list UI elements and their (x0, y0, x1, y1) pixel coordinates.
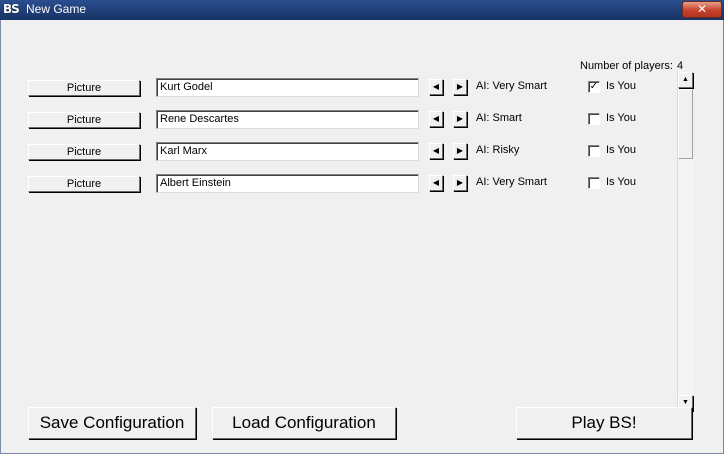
new-game-dialog: Number of players: 4 Picture Kurt Godel ◀… (0, 20, 724, 454)
player-name-input[interactable]: Kurt Godel (156, 78, 419, 97)
number-of-players: Number of players: 4 (580, 60, 683, 72)
picture-button[interactable]: Picture (28, 80, 140, 96)
close-button[interactable]: ✕ (682, 1, 722, 18)
save-configuration-button[interactable]: Save Configuration (28, 407, 196, 439)
ai-prev-icon[interactable]: ◀ (429, 79, 443, 95)
player-row: Picture Rene Descartes ◀ ▶ AI: Smart Is … (1, 109, 691, 131)
scroll-up-icon[interactable]: ▲ (678, 72, 693, 88)
ai-next-icon[interactable]: ▶ (453, 143, 467, 159)
app-icon: BS (3, 2, 20, 16)
ai-level-label: AI: Very Smart (476, 176, 547, 188)
is-you-label: Is You (606, 112, 636, 124)
title-bar: BS New Game ✕ (0, 0, 724, 20)
ai-prev-icon[interactable]: ◀ (429, 111, 443, 127)
player-row: Picture Kurt Godel ◀ ▶ AI: Very Smart ✓ … (1, 77, 691, 99)
number-of-players-value: 4 (676, 60, 684, 72)
is-you-label: Is You (606, 144, 636, 156)
picture-button[interactable]: Picture (28, 112, 140, 128)
picture-button[interactable]: Picture (28, 176, 140, 192)
player-list-scrollbar[interactable]: ▲ ▼ (677, 72, 693, 411)
ai-level-label: AI: Very Smart (476, 80, 547, 92)
number-of-players-label: Number of players: (580, 60, 673, 72)
ai-prev-icon[interactable]: ◀ (429, 175, 443, 191)
play-button[interactable]: Play BS! (516, 407, 692, 439)
ai-level-label: AI: Risky (476, 144, 520, 156)
is-you-label: Is You (606, 176, 636, 188)
window-title: New Game (26, 2, 87, 16)
ai-next-icon[interactable]: ▶ (453, 79, 467, 95)
player-name-input[interactable]: Rene Descartes (156, 110, 419, 129)
scroll-thumb[interactable] (678, 89, 693, 159)
player-row: Picture Albert Einstein ◀ ▶ AI: Very Sma… (1, 173, 691, 195)
picture-button[interactable]: Picture (28, 144, 140, 160)
is-you-label: Is You (606, 80, 636, 92)
player-name-input[interactable]: Karl Marx (156, 142, 419, 161)
is-you-checkbox[interactable] (588, 177, 600, 189)
ai-next-icon[interactable]: ▶ (453, 175, 467, 191)
is-you-checkbox[interactable]: ✓ (588, 81, 600, 93)
ai-next-icon[interactable]: ▶ (453, 111, 467, 127)
load-configuration-button[interactable]: Load Configuration (212, 407, 396, 439)
is-you-checkbox[interactable] (588, 113, 600, 125)
ai-prev-icon[interactable]: ◀ (429, 143, 443, 159)
player-row: Picture Karl Marx ◀ ▶ AI: Risky Is You (1, 141, 691, 163)
player-name-input[interactable]: Albert Einstein (156, 174, 419, 193)
is-you-checkbox[interactable] (588, 145, 600, 157)
ai-level-label: AI: Smart (476, 112, 522, 124)
